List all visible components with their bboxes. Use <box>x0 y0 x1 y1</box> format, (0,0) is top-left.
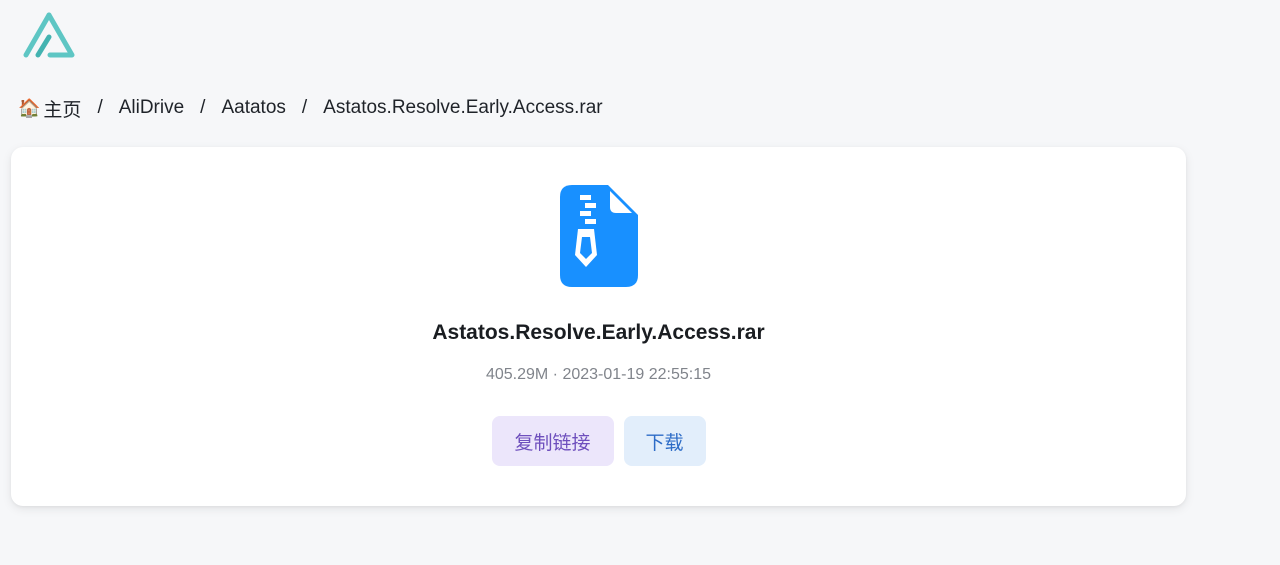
copy-link-button[interactable]: 复制链接 <box>491 416 614 466</box>
file-actions: 复制链接 下载 <box>11 416 1186 466</box>
breadcrumb-home[interactable]: 🏠 主页 <box>18 95 81 122</box>
breadcrumb-item-aatatos[interactable]: Aatatos <box>221 97 285 119</box>
file-card: Astatos.Resolve.Early.Access.rar 405.29M… <box>11 147 1186 506</box>
file-meta: 405.29M · 2023-01-19 22:55:15 <box>485 366 712 383</box>
breadcrumb-separator: / <box>301 97 308 118</box>
breadcrumb-separator: / <box>97 97 103 118</box>
logo-icon <box>23 12 75 58</box>
breadcrumb-separator: / <box>200 97 206 118</box>
breadcrumb-item-current-file[interactable]: Astatos.Resolve.Early.Access.rar <box>323 97 602 119</box>
breadcrumb: 🏠 主页 / AliDrive / Aatatos / Astatos.Reso… <box>18 94 603 122</box>
site-logo[interactable] <box>22 12 76 58</box>
download-button[interactable]: 下载 <box>623 416 706 466</box>
zip-file-icon <box>560 185 638 287</box>
house-icon: 🏠 <box>18 98 41 118</box>
breadcrumb-home-label: 主页 <box>43 99 82 121</box>
breadcrumb-item-alidrive[interactable]: AliDrive <box>119 97 184 119</box>
file-name: Astatos.Resolve.Early.Access.rar <box>432 321 765 344</box>
